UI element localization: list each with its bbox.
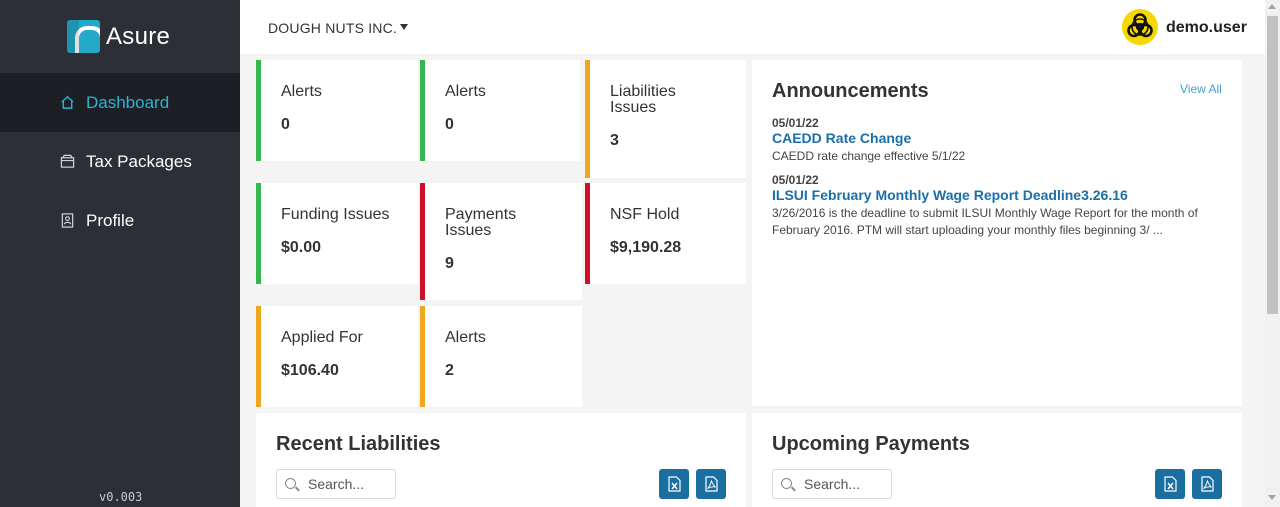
card-value: $0.00 (281, 239, 322, 256)
recent-liabilities-panel: Recent Liabilities (256, 413, 746, 507)
excel-file-icon (1163, 476, 1177, 492)
export-excel-button[interactable] (1155, 469, 1185, 499)
applied-for-card[interactable]: Applied For $106.40 (256, 306, 418, 407)
announcement-body: 3/26/2016 is the deadline to submit ILSU… (772, 206, 1198, 237)
card-value: 0 (281, 116, 290, 133)
scroll-thumb[interactable] (1267, 16, 1278, 314)
card-label: Applied For (281, 329, 363, 346)
announcement-title-link[interactable]: ILSUI February Monthly Wage Report Deadl… (772, 187, 1128, 203)
profile-icon (61, 213, 74, 228)
card-value: 9 (445, 255, 454, 272)
asure-logo-icon (67, 20, 100, 53)
company-selector[interactable]: DOUGH NUTS INC. (268, 20, 397, 36)
excel-file-icon (667, 476, 681, 492)
export-pdf-button[interactable] (1192, 469, 1222, 499)
card-value: $106.40 (281, 362, 339, 379)
card-value: 3 (610, 132, 619, 149)
card-value: 2 (445, 362, 454, 379)
top-header: DOUGH NUTS INC. demo.user (240, 0, 1265, 54)
card-label: Alerts (281, 83, 322, 100)
card-value: $9,190.28 (610, 239, 682, 256)
card-label: Liabilities Issues (610, 83, 676, 116)
announcement-body: CAEDD rate change effective 5/1/22 (772, 149, 966, 163)
funding-issues-card[interactable]: Funding Issues $0.00 (256, 183, 418, 284)
card-label: NSF Hold (610, 206, 680, 223)
payments-issues-card[interactable]: Payments Issues 9 (420, 183, 582, 300)
sidebar-item-profile[interactable]: Profile (0, 191, 240, 250)
app-version: v0.003 (99, 490, 143, 504)
card-label: Funding Issues (281, 206, 390, 223)
card-label: Alerts (445, 329, 486, 346)
search-input[interactable] (804, 475, 886, 493)
username[interactable]: demo.user (1166, 19, 1247, 37)
announcements-panel: Announcements View All 05/01/22 CAEDD Ra… (752, 60, 1242, 406)
export-pdf-button[interactable] (696, 469, 726, 499)
liabilities-issues-card[interactable]: Liabilities Issues 3 (585, 60, 746, 178)
biohazard-icon (1127, 13, 1153, 38)
alerts-card[interactable]: Alerts 0 (420, 60, 580, 161)
sidebar-item-dashboard[interactable]: Dashboard (0, 73, 240, 132)
page-scrollbar[interactable] (1265, 0, 1280, 507)
announcement-title-link[interactable]: CAEDD Rate Change (772, 130, 911, 146)
scroll-up-arrow-icon[interactable] (1268, 4, 1276, 9)
app-name: Asure (106, 22, 171, 50)
package-icon (60, 154, 75, 168)
card-label: Payments Issues (445, 206, 517, 239)
sidebar-item-label: Profile (86, 210, 135, 230)
sidebar-item-label: Tax Packages (86, 151, 192, 171)
avatar[interactable] (1122, 9, 1158, 45)
search-field[interactable] (772, 469, 892, 499)
pdf-file-icon (704, 476, 718, 492)
announcements-title: Announcements (772, 80, 929, 102)
sidebar-item-tax-packages[interactable]: Tax Packages (0, 132, 240, 191)
search-field[interactable] (276, 469, 396, 499)
scroll-down-arrow-icon[interactable] (1268, 495, 1276, 500)
sidebar-item-label: Dashboard (86, 92, 170, 112)
announcement-date: 05/01/22 (772, 173, 819, 187)
recent-liabilities-title: Recent Liabilities (276, 433, 441, 455)
home-icon (61, 95, 74, 109)
nsf-hold-card[interactable]: NSF Hold $9,190.28 (585, 183, 746, 284)
sidebar: Asure Dashboard Tax Packages Profile v0.… (0, 0, 240, 507)
alerts-card[interactable]: Alerts 0 (256, 60, 418, 161)
view-all-link[interactable]: View All (1180, 82, 1222, 96)
upcoming-payments-panel: Upcoming Payments (752, 413, 1242, 507)
search-input[interactable] (308, 475, 390, 493)
export-excel-button[interactable] (659, 469, 689, 499)
card-label: Alerts (445, 83, 486, 100)
chevron-down-icon[interactable] (400, 24, 408, 30)
announcement-date: 05/01/22 (772, 116, 819, 130)
search-icon (781, 478, 792, 489)
alerts-card[interactable]: Alerts 2 (420, 306, 582, 407)
upcoming-payments-title: Upcoming Payments (772, 433, 970, 455)
pdf-file-icon (1200, 476, 1214, 492)
asure-logo[interactable]: Asure (67, 20, 170, 53)
card-value: 0 (445, 116, 454, 133)
search-icon (285, 478, 296, 489)
